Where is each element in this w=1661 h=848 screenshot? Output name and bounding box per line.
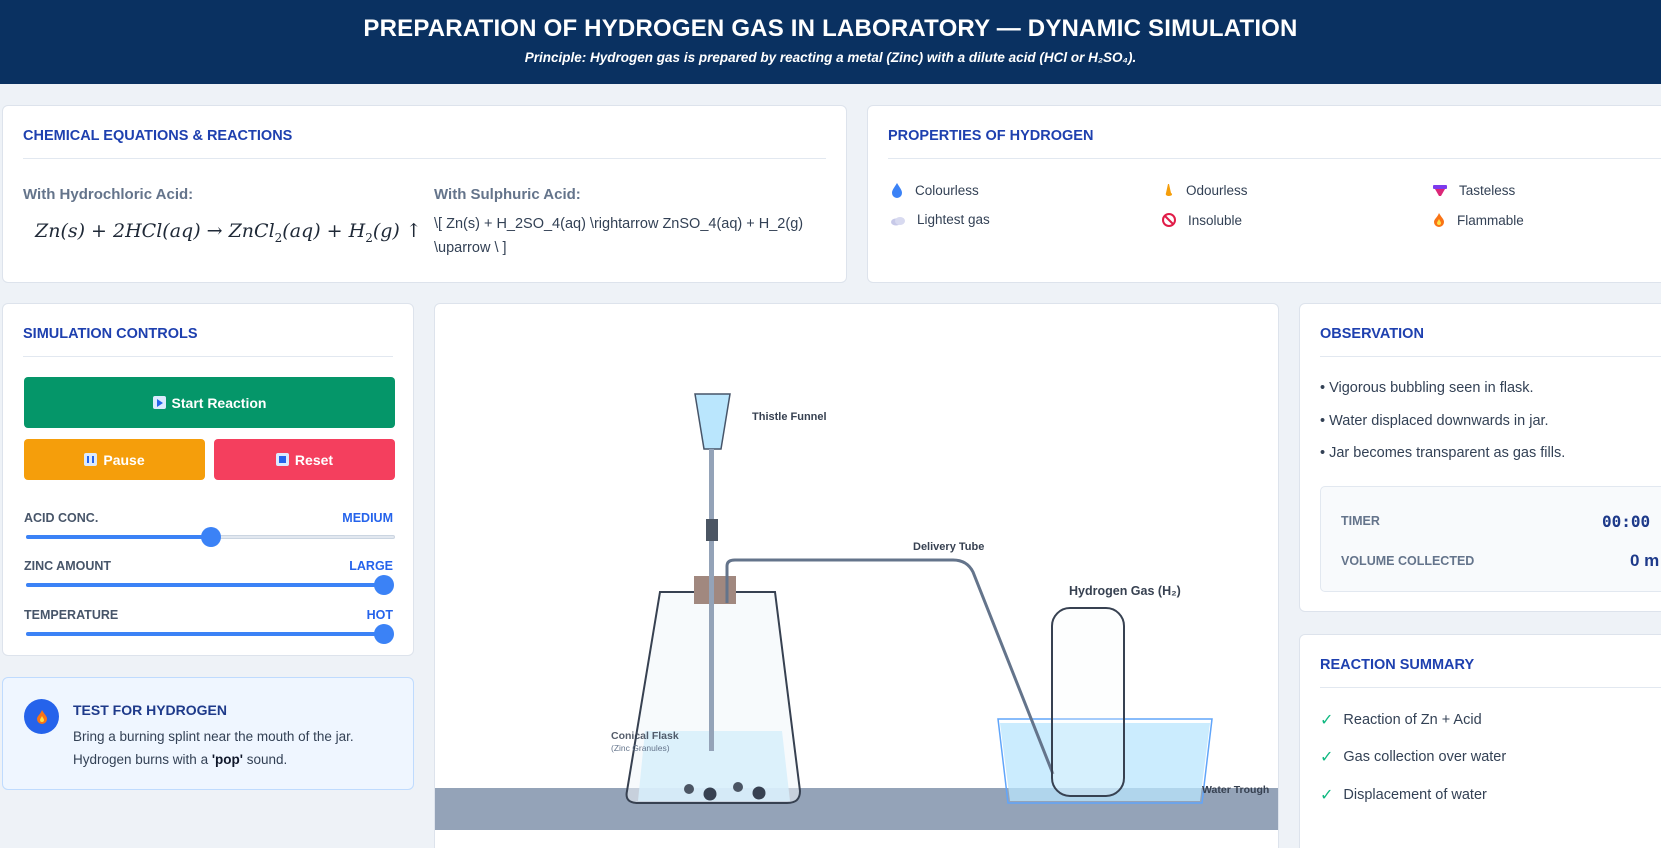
slider-thumb[interactable] (200, 527, 221, 547)
controls-card: SIMULATION CONTROLS Start Reaction Pause… (2, 303, 414, 656)
observation-item: • Vigorous bubbling seen in flask. (1320, 380, 1534, 396)
property-label: Colourless (915, 182, 979, 198)
property-label: Tasteless (1459, 182, 1516, 198)
test-card: TEST FOR HYDROGEN Bring a burning splint… (2, 677, 414, 790)
page-title: PREPARATION OF HYDROGEN GAS IN LABORATOR… (363, 15, 1298, 42)
principle-text: Principle: Hydrogen gas is prepared by r… (524, 50, 1137, 65)
test-title: TEST FOR HYDROGEN (73, 702, 228, 718)
test-line-1: Bring a burning splint near the mouth of… (73, 729, 354, 744)
timer-value: 00:00 (1602, 512, 1651, 531)
check-icon: ✓ (1320, 712, 1334, 729)
temperature-slider[interactable] (26, 624, 394, 644)
property-tasteless: Tasteless (1432, 182, 1515, 198)
observation-item: • Water displaced downwards in jar. (1320, 413, 1549, 429)
pause-icon (84, 453, 98, 466)
slider-fill (26, 583, 383, 587)
pause-button[interactable]: Pause (24, 439, 205, 480)
property-insoluble: Insoluble (1161, 212, 1242, 228)
property-colourless: Colourless (890, 182, 979, 198)
summary-item: ✓ Gas collection over water (1320, 749, 1507, 766)
properties-card: PROPERTIES OF HYDROGEN Colourless Odourl… (867, 105, 1661, 283)
flask-sub-label: (Zinc Granules) (611, 743, 670, 753)
summary-item: ✓ Displacement of water (1320, 787, 1487, 804)
tongue-icon (1433, 185, 1447, 196)
metrics-box: TIMER 00:00 VOLUME COLLECTED 0 m (1320, 486, 1661, 592)
play-icon (152, 396, 166, 409)
flask-label: Conical Flask (611, 730, 679, 742)
gas-jar-label: Hydrogen Gas (H₂) (1069, 584, 1181, 598)
zinc-granule (733, 782, 743, 792)
stop-icon (275, 453, 289, 466)
acid-conc-label: ACID CONC. (24, 511, 99, 525)
start-reaction-button[interactable]: Start Reaction (24, 377, 395, 428)
zinc-granule (752, 786, 766, 800)
funnel-stem (709, 449, 714, 751)
trough-label: Water Trough (1202, 784, 1269, 796)
cloud-icon (891, 216, 905, 225)
h2so4-title: With Sulphuric Acid: (434, 186, 581, 203)
volume-value: 0 m (1630, 551, 1660, 570)
timer-label: TIMER (1341, 514, 1380, 528)
apparatus-diagram: Thistle Funnel Delivery Tube Hydrogen Ga… (435, 393, 1278, 830)
zinc-amount-value: LARGE (349, 559, 393, 573)
property-odourless: Odourless (1161, 182, 1248, 198)
h2so4-equation: \[ Zn(s) + H_2SO_4(aq) \rightarrow ZnSO_… (434, 216, 804, 256)
acid-conc-slider[interactable] (26, 527, 395, 547)
page-header: PREPARATION OF HYDROGEN GAS IN LABORATOR… (0, 0, 1661, 84)
stopcock (706, 519, 718, 541)
apparatus-panel: Thistle Funnel Delivery Tube Hydrogen Ga… (434, 303, 1279, 848)
delivery-tube-label: Delivery Tube (913, 541, 984, 553)
zinc-granule (703, 787, 717, 801)
zinc-granule (684, 784, 694, 794)
equations-card: CHEMICAL EQUATIONS & REACTIONS With Hydr… (2, 105, 847, 283)
temperature-label: TEMPERATURE (24, 608, 119, 622)
cork-stopper (694, 576, 736, 604)
prohibited-icon (1162, 213, 1176, 227)
properties-title: PROPERTIES OF HYDROGEN (888, 106, 1661, 159)
summary-title: REACTION SUMMARY (1320, 635, 1661, 688)
volume-label: VOLUME COLLECTED (1341, 554, 1475, 568)
slider-thumb[interactable] (374, 624, 394, 644)
flame-icon (36, 709, 47, 724)
property-label: Insoluble (1188, 212, 1243, 228)
test-line-2: Hydrogen burns with a 'pop' sound. (73, 752, 288, 767)
hcl-equation: Zn(s) + 2HCl(aq) → ZnCl2(aq) + H2(g) ↑ (35, 220, 422, 245)
hcl-title: With Hydrochloric Acid: (23, 186, 194, 203)
property-flammable: Flammable (1432, 212, 1524, 228)
thistle-funnel-label: Thistle Funnel (752, 411, 827, 423)
property-label: Lightest gas (917, 212, 990, 227)
controls-title: SIMULATION CONTROLS (23, 304, 393, 357)
zinc-amount-slider[interactable] (26, 575, 394, 595)
property-label: Odourless (1186, 182, 1248, 198)
check-icon: ✓ (1320, 749, 1334, 766)
gas-jar (1051, 607, 1125, 797)
slider-thumb[interactable] (374, 575, 394, 595)
slider-fill (26, 632, 383, 636)
nose-icon (1165, 184, 1173, 196)
observation-card: OBSERVATION • Vigorous bubbling seen in … (1299, 303, 1661, 612)
temperature-value: HOT (366, 608, 393, 622)
acid-conc-value: MEDIUM (342, 511, 393, 525)
summary-card: REACTION SUMMARY ✓ Reaction of Zn + Acid … (1299, 634, 1661, 848)
thistle-funnel (694, 393, 731, 450)
summary-item: ✓ Reaction of Zn + Acid (1320, 712, 1482, 729)
equations-title: CHEMICAL EQUATIONS & REACTIONS (23, 106, 826, 159)
flame-badge (24, 699, 59, 734)
reset-button[interactable]: Reset (214, 439, 395, 480)
observation-title: OBSERVATION (1320, 304, 1661, 357)
slider-fill (26, 535, 210, 539)
property-lightest-gas: Lightest gas (890, 212, 990, 227)
droplet-icon (892, 183, 902, 198)
observation-item: • Jar becomes transparent as gas fills. (1320, 445, 1566, 461)
property-label: Flammable (1457, 212, 1524, 228)
fire-icon (1434, 213, 1444, 227)
check-icon: ✓ (1320, 787, 1334, 804)
zinc-amount-label: ZINC AMOUNT (24, 559, 112, 573)
